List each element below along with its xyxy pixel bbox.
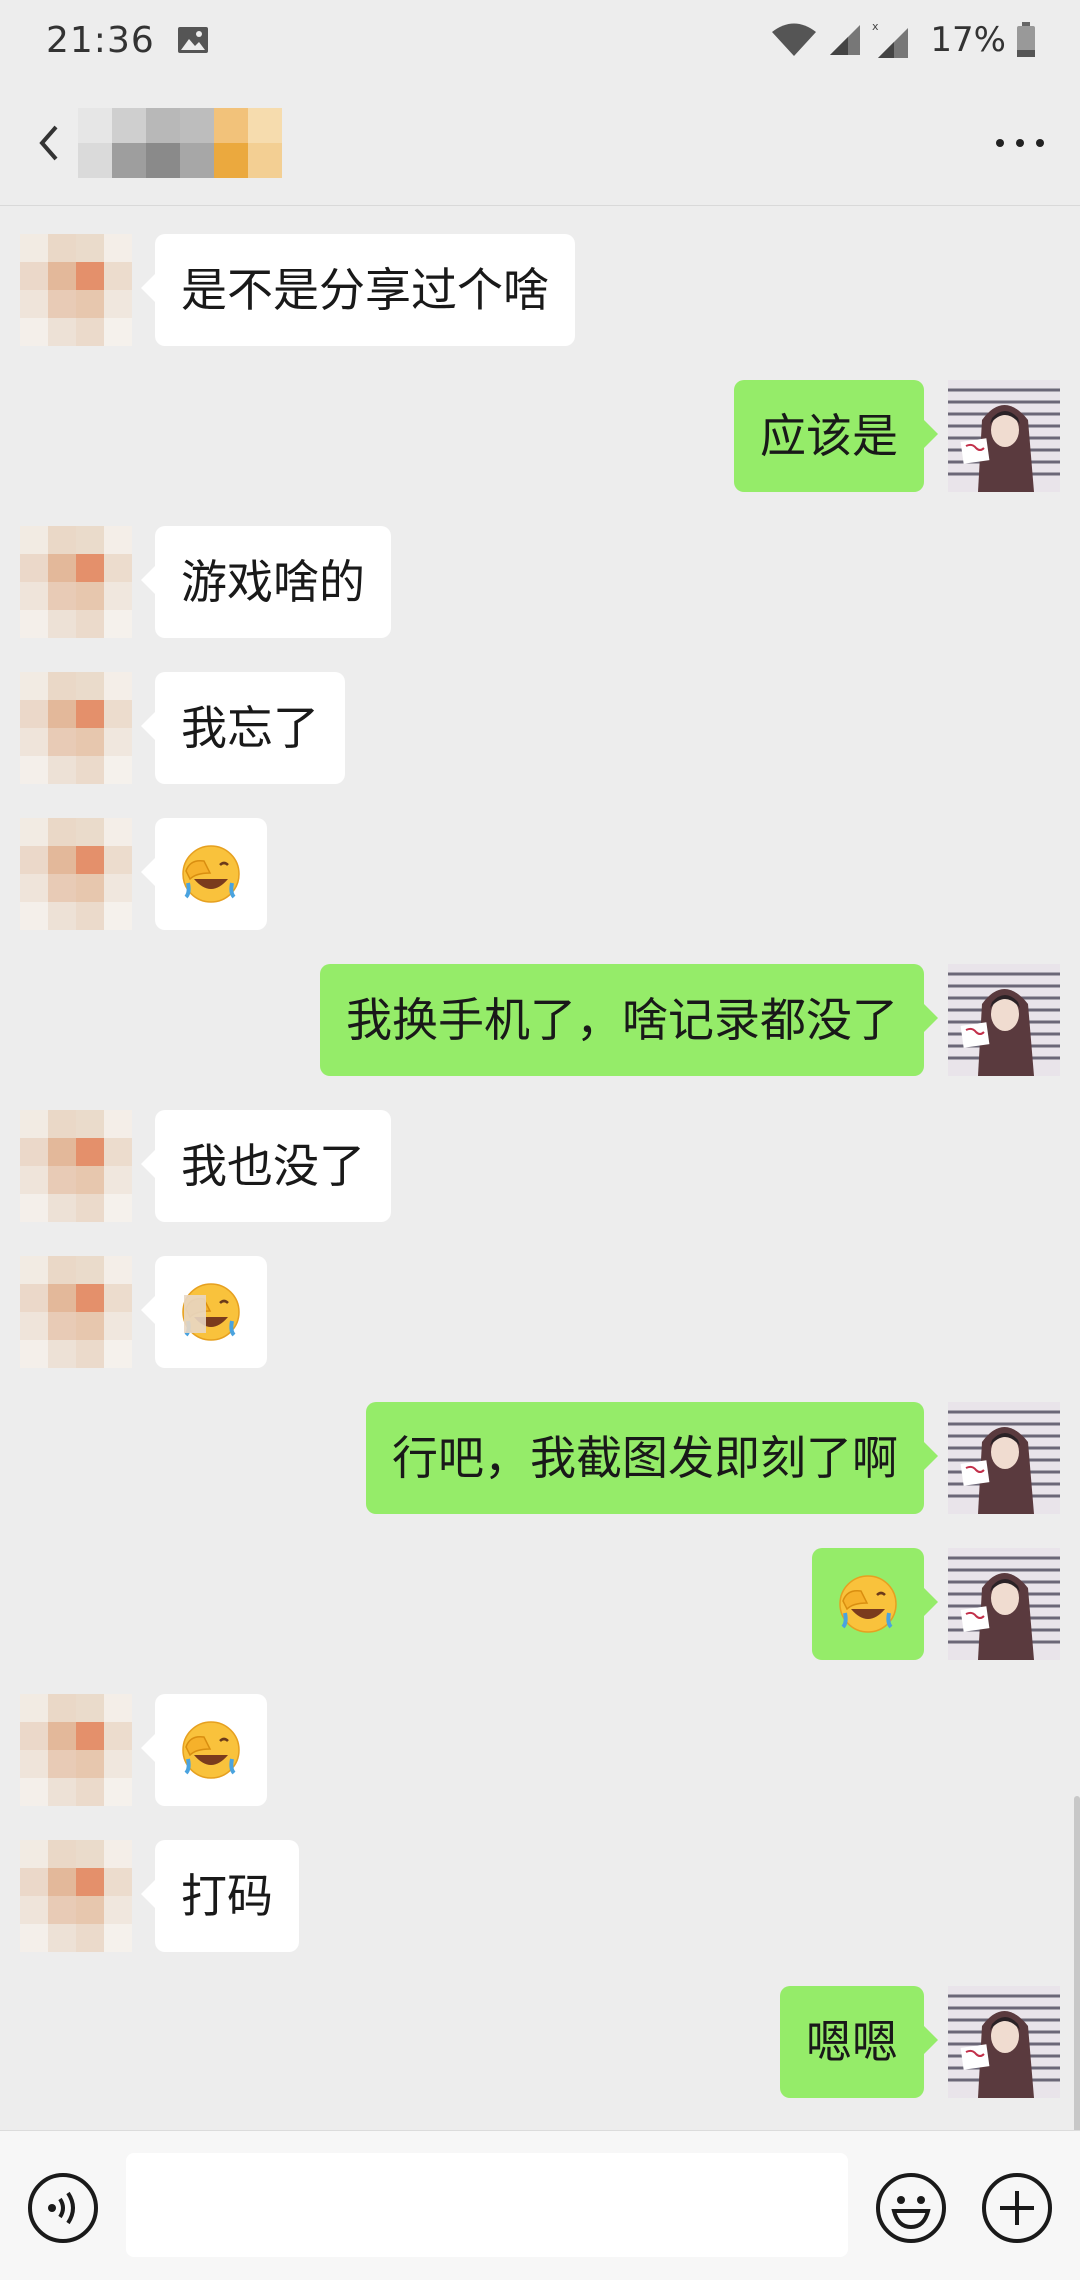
message-bubble[interactable]	[141, 1694, 267, 1806]
battery-percentage: 17%	[930, 20, 1006, 60]
battery-icon	[1017, 22, 1035, 57]
chat-header	[0, 80, 1080, 206]
status-icons: x 17%	[770, 20, 1036, 60]
contact-avatar-pixelated[interactable]	[20, 526, 132, 638]
message-bubble[interactable]: 我换手机了，啥记录都没了	[320, 964, 938, 1076]
message-bubble[interactable]: 我也没了	[141, 1110, 391, 1222]
gallery-icon	[177, 27, 208, 53]
message-bubble[interactable]: 应该是	[734, 380, 938, 492]
plus-icon[interactable]	[980, 2171, 1054, 2245]
scrollbar[interactable]	[1074, 1796, 1080, 2130]
message-bubble[interactable]: 打码	[141, 1840, 299, 1952]
message-input[interactable]	[126, 2153, 848, 2257]
facepalm-emoji-icon	[839, 1575, 897, 1633]
facepalm-emoji-icon	[182, 845, 240, 903]
contact-avatar-pixelated[interactable]	[20, 1256, 132, 1368]
contact-name-pixelated	[78, 107, 282, 178]
self-avatar[interactable]	[948, 1402, 1060, 1514]
back-icon[interactable]	[36, 115, 72, 171]
self-avatar[interactable]	[948, 1548, 1060, 1660]
input-bar	[0, 2130, 1080, 2280]
facepalm-emoji-icon	[182, 1283, 240, 1341]
message-bubble[interactable]	[141, 1256, 267, 1368]
contact-avatar-pixelated[interactable]	[20, 1694, 132, 1806]
svg-text:x: x	[872, 20, 879, 33]
chat-message-list[interactable]: 是不是分享过个啥 应该是 游戏啥的 我忘了 我换手机了，啥记录都没了 我也没了 …	[0, 206, 1080, 2130]
message-bubble[interactable]: 嗯嗯	[780, 1986, 938, 2098]
wifi-icon	[772, 23, 817, 56]
emoji-icon[interactable]	[874, 2171, 948, 2245]
voice-icon[interactable]	[26, 2171, 100, 2245]
contact-avatar-pixelated[interactable]	[20, 234, 132, 346]
more-icon[interactable]	[990, 123, 1050, 163]
status-time: 21:36	[46, 19, 155, 61]
contact-avatar-pixelated[interactable]	[20, 1840, 132, 1952]
message-bubble[interactable]: 我忘了	[141, 672, 345, 784]
facepalm-emoji-icon	[182, 1721, 240, 1779]
contact-avatar-pixelated[interactable]	[20, 672, 132, 784]
self-avatar[interactable]	[948, 1986, 1060, 2098]
signal-icon: x	[872, 20, 909, 58]
message-bubble[interactable]	[141, 818, 267, 930]
signal-icon	[830, 25, 861, 55]
message-bubble[interactable]	[812, 1548, 938, 1660]
contact-avatar-pixelated[interactable]	[20, 1110, 132, 1222]
self-avatar[interactable]	[948, 964, 1060, 1076]
self-avatar[interactable]	[948, 380, 1060, 492]
message-bubble[interactable]: 行吧，我截图发即刻了啊	[366, 1402, 938, 1514]
message-bubble[interactable]: 是不是分享过个啥	[141, 234, 575, 346]
status-bar: 21:36 x 17%	[0, 0, 1080, 80]
contact-avatar-pixelated[interactable]	[20, 818, 132, 930]
message-bubble[interactable]: 游戏啥的	[141, 526, 391, 638]
